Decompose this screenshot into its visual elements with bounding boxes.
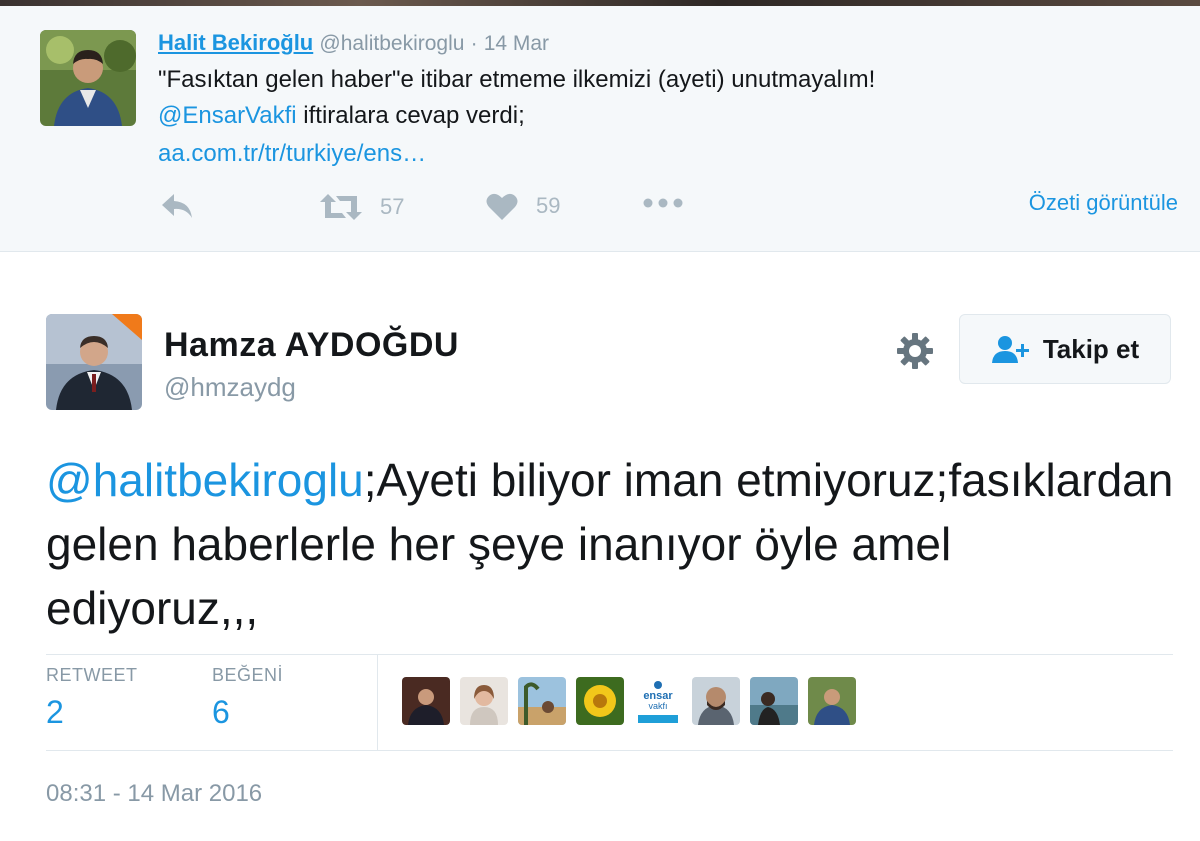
parent-tweet-line-2-text: iftiralara cevap verdi; [296,102,525,129]
ensar-vakfi-logo[interactable]: ensar vakfı [634,677,682,725]
retweet-stat-label: RETWEET [46,665,138,685]
more-dots-icon [643,198,683,208]
parent-tweet-actions: 57 59 [160,192,1180,232]
like-stat-value: 6 [212,694,230,730]
gear-icon[interactable] [896,332,934,370]
main-tweet-text: @halitbekiroglu;Ayeti biliyor iman etmiy… [46,448,1176,640]
follow-button[interactable]: Takip et [959,314,1171,384]
main-tweet: Hamza AYDOĞDU @hmzaydg Takip et @halitbe… [0,252,1200,841]
parent-tweet-date[interactable]: 14 Mar [484,32,549,55]
retweet-stat[interactable]: RETWEET 2 [46,665,138,731]
reply-icon [162,194,192,218]
parent-author-handle[interactable]: @halitbekiroglu [319,32,464,55]
parent-tweet-line-2: @EnsarVakfi iftiralara cevap verdi; [158,102,525,130]
liker-avatar-4[interactable] [576,677,624,725]
parent-author-name[interactable]: Halit Bekiroğlu [158,30,313,55]
liker-avatar-6[interactable] [692,677,740,725]
main-author-avatar[interactable] [46,314,142,410]
follow-label: Takip et [1042,333,1140,364]
main-author-name[interactable]: Hamza AYDOĞDU [164,326,459,365]
parent-author-avatar[interactable] [40,30,136,126]
main-author-handle[interactable]: @hmzaydg [164,372,296,403]
like-count: 59 [536,193,561,218]
header-separator: · [470,32,478,55]
retweet-icon [320,194,362,220]
liker-avatars: ensar vakfı [402,677,866,725]
liker-avatar-1[interactable] [402,677,450,725]
parent-tweet-link[interactable]: aa.com.tr/tr/turkiye/ens… [158,140,426,168]
parent-tweet-header: Halit Bekiroğlu @halitbekiroglu · 14 Mar [158,30,549,56]
stats-divider [377,655,378,750]
add-user-icon [991,336,1029,363]
view-summary-link[interactable]: Özeti görüntüle [1029,190,1178,216]
tweet-timestamp[interactable]: 08:31 - 14 Mar 2016 [46,780,262,808]
liker-avatar-8[interactable] [808,677,856,725]
parent-tweet[interactable]: Halit Bekiroğlu @halitbekiroglu · 14 Mar… [0,6,1200,252]
heart-icon [486,193,518,220]
like-stat-label: BEĞENİ [212,665,284,685]
tweet-stats: RETWEET 2 BEĞENİ 6 ensar vakfı [46,654,1173,751]
retweet-stat-value: 2 [46,694,64,730]
liker-avatar-7[interactable] [750,677,798,725]
halit-mention[interactable]: @halitbekiroglu [46,454,364,506]
like-stat[interactable]: BEĞENİ 6 [212,665,283,731]
more-options-button[interactable] [642,196,684,210]
ensar-vakfi-mention[interactable]: @EnsarVakfi [158,102,297,129]
liker-avatar-2[interactable] [460,677,508,725]
liker-avatar-3[interactable] [518,677,566,725]
retweet-count: 57 [380,194,405,219]
parent-tweet-line-1: "Fasıktan gelen haber"e itibar etmeme il… [158,66,876,93]
retweet-button[interactable]: 57 [320,192,404,222]
reply-button[interactable] [160,192,194,220]
svg-text:vakfı: vakfı [648,701,667,711]
like-button[interactable]: 59 [486,192,560,220]
